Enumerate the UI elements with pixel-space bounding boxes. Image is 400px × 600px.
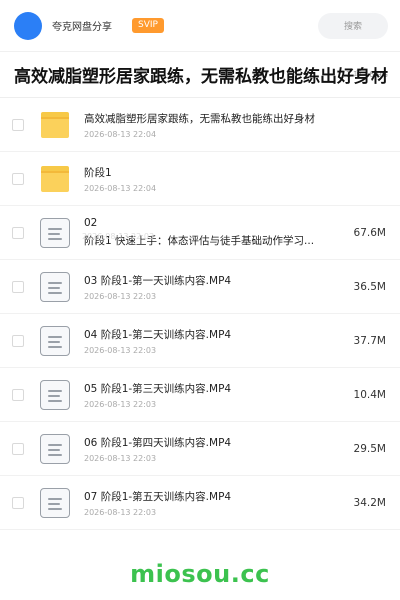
file-row-05[interactable]: 05 阶段1-第三天训练内容.MP4 2026-08-13 22:03 10.4… xyxy=(0,368,400,422)
file-date: 2026-08-13 22:03 xyxy=(84,507,157,517)
file-name: 06 阶段1-第四天训练内容.MP4 xyxy=(84,436,232,449)
select-checkbox[interactable] xyxy=(12,280,24,293)
share-title: 夸克网盘分享 xyxy=(52,22,112,33)
file-name: 07 阶段1-第五天训练内容.MP4 xyxy=(84,490,232,503)
file-info: 07 阶段1-第五天训练内容.MP4 2026-08-13 22:03 xyxy=(84,489,344,517)
file-name: 05 阶段1-第三天训练内容.MP4 xyxy=(84,382,232,395)
file-date: 2026-08-13 22:04 xyxy=(84,129,157,139)
file-date: 2026-08-13 22:03 xyxy=(84,291,157,301)
file-date: 2026-08-13 22:03 xyxy=(84,453,157,463)
file-info: 阶段1 2026-08-13 22:04 xyxy=(84,165,386,193)
document-icon xyxy=(38,270,72,304)
file-date: 2026-08-13 22:03 xyxy=(84,345,157,355)
document-icon xyxy=(38,378,72,412)
file-row-03[interactable]: 03 阶段1-第一天训练内容.MP4 2026-08-13 22:03 36.5… xyxy=(0,260,400,314)
file-size: 37.7M xyxy=(353,334,386,347)
vip-badge: SVIP xyxy=(132,18,164,33)
file-name: 04 阶段1-第二天训练内容.MP4 xyxy=(84,328,232,341)
file-name: 03 阶段1-第一天训练内容.MP4 xyxy=(84,274,232,287)
document-icon xyxy=(38,324,72,358)
page-title: 高效减脂塑形居家跟练，无需私教也能练出好身材 xyxy=(14,67,388,87)
document-icon xyxy=(38,216,72,250)
select-checkbox[interactable] xyxy=(12,172,24,185)
file-row-02[interactable]: 02 阶段1 快速上手：体态评估与徒手基础动作学习... 2026-08-13 … xyxy=(0,206,400,260)
select-checkbox[interactable] xyxy=(12,496,24,509)
file-size: 10.4M xyxy=(353,388,386,401)
select-checkbox[interactable] xyxy=(12,226,24,239)
file-size: 67.6M xyxy=(353,226,386,239)
file-name: 阶段1 xyxy=(84,166,112,179)
file-row-04[interactable]: 04 阶段1-第二天训练内容.MP4 2026-08-13 22:03 37.7… xyxy=(0,314,400,368)
document-icon xyxy=(38,486,72,520)
file-date: 2026-08-13 22:03 xyxy=(84,399,157,409)
footer: miosou.cc xyxy=(0,548,400,600)
file-date: 2026-08-13 22:03 xyxy=(82,232,155,241)
folder-icon xyxy=(38,162,72,196)
select-checkbox[interactable] xyxy=(12,334,24,347)
file-info: 高效减脂塑形居家跟练，无需私教也能练出好身材 2026-08-13 22:04 xyxy=(84,111,386,139)
document-icon xyxy=(38,432,72,466)
title-bar: 高效减脂塑形居家跟练，无需私教也能练出好身材 1 项 · 6.9G xyxy=(0,52,400,98)
search-input[interactable]: 搜索 xyxy=(318,12,388,39)
file-row-07[interactable]: 07 阶段1-第五天训练内容.MP4 2026-08-13 22:03 34.2… xyxy=(0,476,400,530)
file-info: 06 阶段1-第四天训练内容.MP4 2026-08-13 22:03 xyxy=(84,435,344,463)
file-row-folder-main[interactable]: 高效减脂塑形居家跟练，无需私教也能练出好身材 2026-08-13 22:04 xyxy=(0,98,400,152)
file-list: 高效减脂塑形居家跟练，无需私教也能练出好身材 2026-08-13 22:04 … xyxy=(0,98,400,530)
file-row-folder-stage1[interactable]: 阶段1 2026-08-13 22:04 xyxy=(0,152,400,206)
select-checkbox[interactable] xyxy=(12,118,24,131)
select-checkbox[interactable] xyxy=(12,388,24,401)
file-row-06[interactable]: 06 阶段1-第四天训练内容.MP4 2026-08-13 22:03 29.5… xyxy=(0,422,400,476)
watermark: miosou.cc xyxy=(130,560,270,588)
file-info: 05 阶段1-第三天训练内容.MP4 2026-08-13 22:03 xyxy=(84,381,344,409)
file-name: 高效减脂塑形居家跟练，无需私教也能练出好身材 xyxy=(84,112,315,125)
select-checkbox[interactable] xyxy=(12,442,24,455)
file-size: 34.2M xyxy=(353,496,386,509)
avatar[interactable] xyxy=(14,11,42,40)
file-name: 02 xyxy=(84,217,98,229)
file-size: 36.5M xyxy=(353,280,386,293)
file-info: 04 阶段1-第二天训练内容.MP4 2026-08-13 22:03 xyxy=(84,327,344,355)
folder-icon xyxy=(38,108,72,142)
file-info: 03 阶段1-第一天训练内容.MP4 2026-08-13 22:03 xyxy=(84,273,344,301)
header: 夸克网盘分享 SVIP 搜索 xyxy=(0,0,400,52)
file-date: 2026-08-13 22:04 xyxy=(84,183,157,193)
file-size: 29.5M xyxy=(353,442,386,455)
